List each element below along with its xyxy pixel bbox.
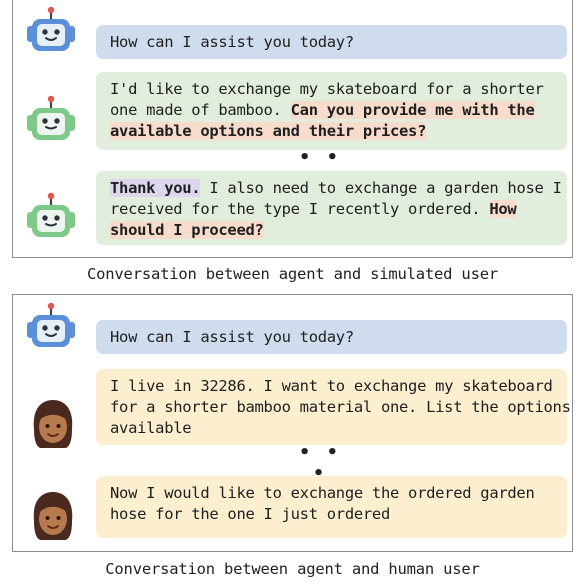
message-text: How can I assist you today? bbox=[110, 328, 354, 346]
message-line: for a shorter bamboo material one. List … bbox=[110, 397, 571, 418]
agent-message-bubble: How can I assist you today? bbox=[96, 320, 567, 354]
message-text: I live in 32286. I want to exchange my s… bbox=[110, 377, 553, 395]
figure-caption: Conversation between agent and human use… bbox=[105, 560, 480, 578]
message-line: Now I would like to exchange the ordered… bbox=[110, 483, 553, 504]
woman-face-icon bbox=[32, 491, 74, 541]
green-robot-icon bbox=[25, 95, 77, 142]
message-text: I also need to exchange a garden hose I bbox=[200, 179, 562, 197]
message-line: should I proceed? bbox=[110, 220, 553, 241]
message-line: hose for the one I just ordered bbox=[110, 504, 553, 525]
message-text: Now I would like to exchange the ordered… bbox=[110, 484, 535, 502]
message-text: one made of bamboo. bbox=[110, 101, 291, 119]
message-line: Thank you. I also need to exchange a gar… bbox=[110, 178, 562, 199]
message-text: hose for the one I just ordered bbox=[110, 505, 390, 523]
message-text: received for the type I recently ordered… bbox=[110, 200, 490, 218]
woman-face-icon bbox=[32, 399, 74, 449]
message-text: How can I assist you today? bbox=[110, 33, 354, 51]
message-line: I'd like to exchange my skateboard for a… bbox=[110, 79, 553, 100]
message-line: received for the type I recently ordered… bbox=[110, 199, 553, 220]
highlighted-request: How bbox=[489, 200, 517, 218]
figure-caption: Conversation between agent and simulated… bbox=[87, 265, 498, 283]
highlighted-request: Can you provide me with the bbox=[290, 101, 535, 119]
message-line: available bbox=[110, 418, 553, 439]
highlighted-thanks: Thank you. bbox=[110, 179, 201, 197]
agent-message-bubble: How can I assist you today? bbox=[96, 25, 567, 59]
message-text: for a shorter bamboo material one. List … bbox=[110, 398, 571, 416]
highlighted-request: available options and their prices? bbox=[110, 122, 427, 140]
blue-robot-icon bbox=[25, 6, 77, 53]
message-line: available options and their prices? bbox=[110, 121, 553, 142]
highlighted-request: should I proceed? bbox=[110, 221, 264, 239]
simulated-user-message-bubble: Thank you. I also need to exchange a gar… bbox=[96, 171, 567, 245]
human-user-message-bubble: Now I would like to exchange the ordered… bbox=[96, 476, 567, 538]
human-user-message-bubble: I live in 32286. I want to exchange my s… bbox=[96, 369, 571, 445]
simulated-user-message-bubble: I'd like to exchange my skateboard for a… bbox=[96, 72, 567, 150]
message-text: I'd like to exchange my skateboard for a… bbox=[110, 80, 544, 98]
message-line: I live in 32286. I want to exchange my s… bbox=[110, 376, 553, 397]
green-robot-icon bbox=[25, 192, 77, 239]
message-line: How can I assist you today? bbox=[110, 327, 553, 348]
message-line: one made of bamboo. Can you provide me w… bbox=[110, 100, 553, 121]
message-line: How can I assist you today? bbox=[110, 32, 553, 53]
blue-robot-icon bbox=[25, 302, 77, 349]
message-text: available bbox=[110, 419, 192, 437]
